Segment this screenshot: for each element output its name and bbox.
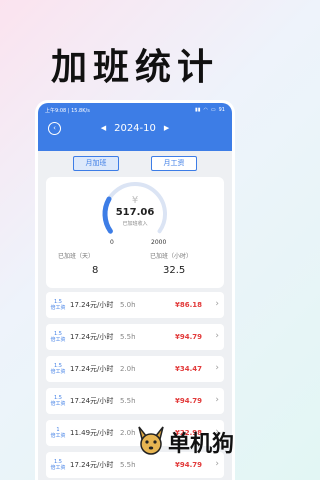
record-row[interactable]: 1.5 倍工资 17.24元/小时 5.5h ¥94.79 › [46, 388, 224, 414]
multiplier-badge: 1.5 倍工资 [50, 363, 66, 375]
wifi-icon: ◠ [203, 107, 208, 113]
overtime-hours: 5.5h [120, 333, 136, 341]
next-month-icon[interactable]: ▶ [164, 124, 169, 132]
summary-card: ¥ 517.06 已加班收入 0 2000 已加班（天） 8 已加班（小时） 3… [46, 177, 224, 288]
status-bar: 上午9:08 | 15.8K/s ▮▮ ◠ ▭ 91 [38, 103, 232, 117]
hourly-rate: 17.24元/小时 [70, 301, 114, 309]
income-gauge [102, 182, 167, 234]
multiplier-badge: 1.5 倍工资 [50, 299, 66, 311]
income-value: 517.06 [115, 207, 155, 218]
tab-bar: 月加班 月工资 [38, 156, 232, 171]
status-right: ▮▮ ◠ ▭ 91 [195, 107, 225, 113]
chevron-right-icon: › [215, 299, 219, 309]
hourly-rate: 17.24元/小时 [70, 461, 114, 469]
month-switcher: ◀ 2024-10 ▶ [101, 123, 170, 134]
chevron-right-icon: › [215, 331, 219, 341]
back-icon: ‹ [53, 124, 56, 132]
watermark-text: 单机狗 [168, 432, 235, 457]
battery-icon: ▭ [210, 107, 216, 113]
current-month: 2024-10 [114, 122, 156, 134]
currency-icon: ¥ [131, 195, 139, 206]
overtime-amount: ¥94.79 [174, 397, 202, 405]
app-header: 上午9:08 | 15.8K/s ▮▮ ◠ ▭ 91 ‹ ◀ 2024-10 ▶ [38, 103, 232, 151]
multiplier-badge: 1 倍工资 [50, 427, 66, 439]
hourly-rate: 17.24元/小时 [70, 365, 114, 373]
record-row[interactable]: 1.5 倍工资 17.24元/小时 5.0h ¥86.18 › [46, 292, 224, 318]
overtime-amount: ¥34.47 [174, 365, 202, 373]
record-row[interactable]: 1.5 倍工资 17.24元/小时 5.5h ¥94.79 › [46, 324, 224, 350]
overtime-hours: 2.0h [120, 365, 136, 373]
nav-row: ‹ ◀ 2024-10 ▶ [38, 117, 232, 139]
days-value: 8 [92, 265, 99, 276]
overtime-amount: ¥86.18 [174, 301, 202, 309]
signal-icon: ▮▮ [195, 107, 201, 113]
tab-monthly-salary[interactable]: 月工资 [151, 156, 197, 171]
income-caption: 已加班收入 [122, 221, 148, 227]
multiplier-badge: 1.5 倍工资 [50, 459, 66, 471]
multiplier-badge: 1.5 倍工资 [50, 331, 66, 343]
hourly-rate: 17.24元/小时 [70, 333, 114, 341]
hourly-rate: 17.24元/小时 [70, 397, 114, 405]
overtime-amount: ¥94.79 [174, 461, 202, 469]
overtime-amount: ¥94.79 [174, 333, 202, 341]
back-button[interactable]: ‹ [48, 122, 61, 135]
battery-level: 91 [218, 107, 225, 113]
tab-monthly-overtime[interactable]: 月加班 [73, 156, 119, 171]
overtime-hours: 5.5h [120, 461, 136, 469]
status-time: 上午9:08 [45, 107, 67, 114]
chevron-right-icon: › [215, 395, 219, 405]
gauge-min-label: 0 [110, 239, 114, 246]
promo-title: 加班统计 [50, 47, 219, 88]
dog-mascot-icon [138, 426, 164, 455]
hourly-rate: 11.49元/小时 [70, 429, 114, 437]
overtime-hours: 5.5h [120, 397, 136, 405]
status-left: 上午9:08 | 15.8K/s [45, 107, 90, 114]
hours-label: 已加班（小时） [150, 253, 193, 260]
hours-value: 32.5 [163, 265, 186, 276]
gauge-max-label: 2000 [151, 239, 167, 246]
overtime-hours: 5.0h [120, 301, 136, 309]
prev-month-icon[interactable]: ◀ [101, 124, 106, 132]
status-net: 15.8K/s [71, 107, 90, 114]
chevron-right-icon: › [215, 363, 219, 373]
multiplier-badge: 1.5 倍工资 [50, 395, 66, 407]
watermark: 单机狗 [136, 422, 270, 462]
days-label: 已加班（天） [58, 253, 95, 260]
record-row[interactable]: 1.5 倍工资 17.24元/小时 2.0h ¥34.47 › [46, 356, 224, 382]
